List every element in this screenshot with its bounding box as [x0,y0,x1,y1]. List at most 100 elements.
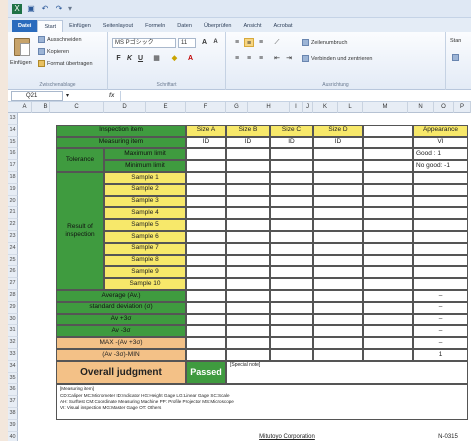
stat-value-cell[interactable] [226,313,270,326]
measuring-id-cell[interactable]: ID [226,136,270,149]
sample-value-cell[interactable] [313,207,363,220]
row-header[interactable]: 22 [8,219,18,231]
sample-label[interactable]: Sample 9 [104,266,186,279]
gap-cell[interactable] [363,313,413,326]
column-header[interactable]: E [146,102,186,113]
appearance-stat-cell[interactable]: – [413,337,468,349]
gap-cell[interactable] [363,195,413,208]
quick-access-customize-icon[interactable]: ▾ [68,4,72,13]
measuring-item-label[interactable]: Measuring item [56,136,186,149]
limit-cell[interactable] [270,160,313,172]
stat-value-cell[interactable] [226,301,270,314]
row-header[interactable]: 18 [8,172,18,184]
row-header[interactable]: 16 [8,148,18,161]
no-good-cell[interactable]: No good: -1 [413,160,468,172]
gap-cell[interactable] [363,183,413,196]
row-header[interactable]: 19 [8,183,18,196]
gap-cell[interactable] [363,231,413,243]
sample-value-cell[interactable] [226,231,270,243]
sample-value-cell[interactable] [270,266,313,279]
appearance-stat-cell[interactable]: – [413,290,468,302]
name-box-dropdown-icon[interactable]: ▾ [66,92,69,99]
appearance-stat-cell[interactable]: – [413,325,468,338]
stat-value-cell[interactable] [186,325,226,338]
row-header[interactable]: 27 [8,278,18,290]
wrap-text-button[interactable]: Zeilenumbruch [302,39,347,46]
tab-insert[interactable]: Einfügen [63,20,97,32]
column-header[interactable]: C [50,102,104,113]
limit-cell[interactable] [226,160,270,172]
copy-button[interactable]: Kopieren [38,48,69,55]
font-size-select[interactable]: 11 [178,38,196,48]
measuring-id-cell[interactable]: ID [270,136,313,149]
size-header[interactable]: Size D [313,124,363,137]
sample-value-cell[interactable] [226,172,270,184]
underline-icon[interactable]: U [136,54,145,63]
save-icon[interactable]: ▣ [26,4,36,14]
row-header[interactable]: 30 [8,313,18,326]
sample-value-cell[interactable] [313,183,363,196]
size-header[interactable]: Size C [270,124,313,137]
gap-cell[interactable] [363,160,413,172]
sample-value-cell[interactable] [270,195,313,208]
passed-cell[interactable]: Passed [186,360,226,385]
good-cell[interactable]: Good : 1 [413,148,468,161]
appearance-sample-cell[interactable] [413,254,468,267]
row-header[interactable]: 39 [8,419,18,432]
gap-cell[interactable] [363,278,413,290]
sample-value-cell[interactable] [226,219,270,231]
row-header[interactable]: 17 [8,160,18,172]
column-header[interactable]: I [290,102,303,113]
column-header[interactable]: M [363,102,408,113]
appearance-vi-cell[interactable]: VI [413,136,468,149]
sample-value-cell[interactable] [186,183,226,196]
undo-icon[interactable]: ↶ [40,4,50,14]
max-diff-label[interactable]: MAX -(Av +3σ) [56,337,186,349]
company-name[interactable]: Mitutoyo Corporation [226,432,348,441]
tolerance-label[interactable]: Tolerance [56,148,104,172]
column-header[interactable]: J [303,102,313,113]
sample-value-cell[interactable] [226,195,270,208]
formula-input[interactable] [120,90,471,101]
sample-value-cell[interactable] [226,183,270,196]
sample-value-cell[interactable] [186,195,226,208]
bold-icon[interactable]: F [114,54,123,63]
column-header[interactable]: D [104,102,146,113]
stat-value-cell[interactable] [226,337,270,349]
stat-value-cell[interactable] [226,349,270,361]
gap-cell[interactable] [363,266,413,279]
gap-cell[interactable] [363,124,413,137]
stat-value-cell[interactable] [270,301,313,314]
stat-value-cell[interactable] [186,290,226,302]
borders-icon[interactable]: ▦ [152,54,161,63]
limit-cell[interactable] [226,148,270,161]
appearance-sample-cell[interactable] [413,231,468,243]
sample-value-cell[interactable] [313,195,363,208]
sample-value-cell[interactable] [186,242,226,255]
paste-button[interactable]: Einfügen [10,60,32,66]
stat-value-cell[interactable] [186,313,226,326]
limit-cell[interactable] [186,160,226,172]
sample-label[interactable]: Sample 6 [104,231,186,243]
limit-cell[interactable] [313,148,363,161]
min-limit-label[interactable]: Minimum limit [104,160,186,172]
sample-label[interactable]: Sample 1 [104,172,186,184]
inspection-item-label[interactable]: Inspection item [56,124,186,137]
sample-value-cell[interactable] [270,254,313,267]
sample-value-cell[interactable] [186,266,226,279]
appearance-sample-cell[interactable] [413,183,468,196]
paste-icon[interactable] [14,38,30,56]
stat-value-cell[interactable] [186,337,226,349]
size-header[interactable]: Size A [186,124,226,137]
column-header[interactable]: F [186,102,226,113]
column-header[interactable]: B [42,102,50,113]
overall-judgment-label[interactable]: Overall judgment [56,360,186,385]
column-header[interactable]: G [226,102,248,113]
stat-value-cell[interactable] [313,337,363,349]
special-note-cell[interactable]: [Special note] [226,360,468,385]
tab-formulas[interactable]: Formeln [139,20,171,32]
sample-value-cell[interactable] [186,231,226,243]
stat-value-cell[interactable] [186,301,226,314]
stat-value-cell[interactable] [270,325,313,338]
size-header[interactable]: Size B [226,124,270,137]
